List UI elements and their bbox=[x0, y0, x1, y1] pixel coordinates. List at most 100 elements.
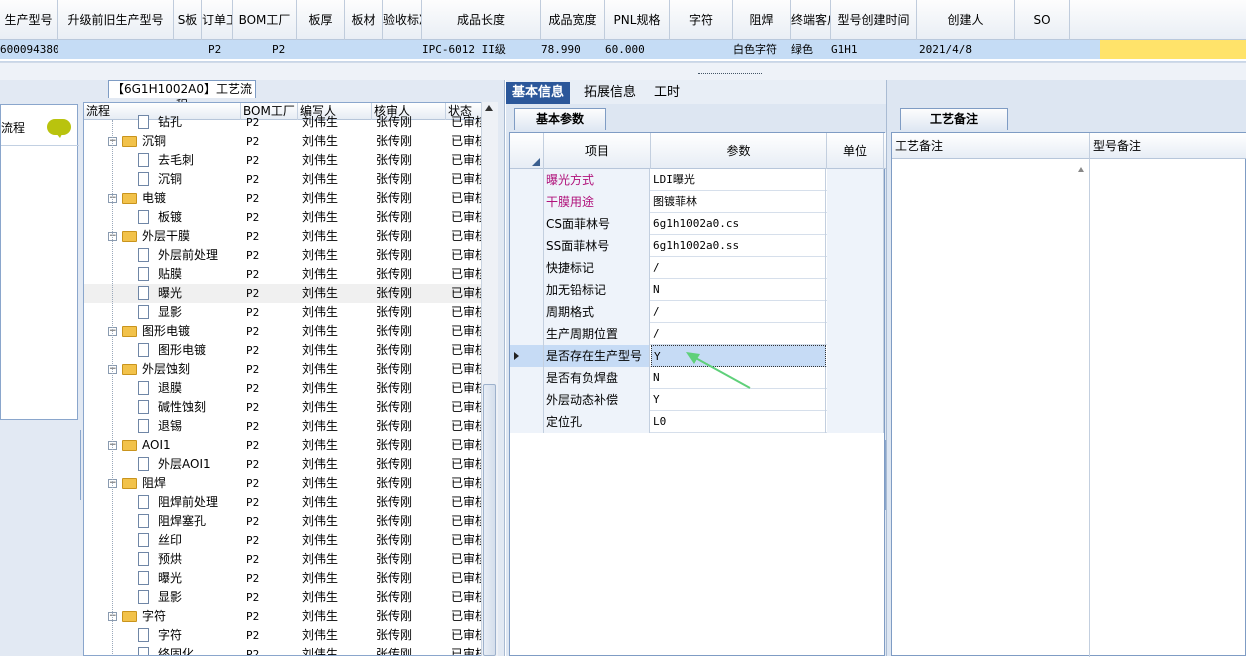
param-unit[interactable] bbox=[827, 235, 884, 257]
param-unit[interactable] bbox=[827, 389, 884, 411]
param-value[interactable]: L0 bbox=[651, 411, 826, 433]
tree-row[interactable]: 退膜P2 刘伟生 张传刚 已审核 bbox=[84, 379, 484, 398]
top-header-12[interactable]: 阻焊 bbox=[733, 0, 791, 40]
tree-row[interactable]: 外层前处理P2 刘伟生 张传刚 已审核 bbox=[84, 246, 484, 265]
tree-row[interactable]: −外层蚀刻P2刘伟生张传刚已审核 bbox=[84, 360, 484, 379]
right-collapse-grip[interactable] bbox=[885, 440, 889, 510]
tree-row[interactable]: 碱性蚀刻P2 刘伟生 张传刚 已审核 bbox=[84, 398, 484, 417]
tree-row[interactable]: −图形电镀P2刘伟生张传刚已审核 bbox=[84, 322, 484, 341]
tree-step-name[interactable]: 贴膜 bbox=[158, 265, 258, 284]
tree-step-name[interactable]: 退锡 bbox=[158, 417, 258, 436]
cell-order-factory[interactable]: P2 bbox=[208, 40, 232, 59]
top-header-1[interactable]: 升级前旧生产型号 bbox=[58, 0, 174, 40]
tree-step-name[interactable]: 阻焊 bbox=[142, 474, 242, 493]
param-unit[interactable] bbox=[827, 323, 884, 345]
top-header-4[interactable]: BOM工厂 bbox=[233, 0, 297, 40]
top-header-2[interactable]: S板 bbox=[174, 0, 202, 40]
top-header-3[interactable]: 订单工厂 bbox=[202, 0, 233, 40]
splitter-grip-icon[interactable] bbox=[698, 73, 762, 79]
tree-row[interactable]: −沉铜P2刘伟生张传刚已审核 bbox=[84, 132, 484, 151]
tree-step-name[interactable]: 阻焊塞孔 bbox=[158, 512, 258, 531]
tree-step-name[interactable]: 外层蚀刻 bbox=[142, 360, 242, 379]
tree-step-name[interactable]: 板镀 bbox=[158, 208, 258, 227]
top-header-7[interactable]: 验收标准 bbox=[383, 0, 422, 40]
tree-row[interactable]: 曝光P2 刘伟生 张传刚 已审核 bbox=[84, 284, 484, 303]
tree-row[interactable]: −字符P2刘伟生张传刚已审核 bbox=[84, 607, 484, 626]
top-header-9[interactable]: 成品宽度 bbox=[541, 0, 605, 40]
tab-work-hours[interactable]: 工时 bbox=[648, 82, 686, 104]
param-value[interactable]: 6g1h1002a0.cs bbox=[651, 213, 826, 235]
param-unit[interactable] bbox=[827, 169, 884, 191]
cell-bom-factory[interactable]: P2 bbox=[272, 40, 296, 59]
param-value[interactable]: 6g1h1002a0.ss bbox=[651, 235, 826, 257]
param-unit[interactable] bbox=[827, 279, 884, 301]
tree-row[interactable]: 终固化P2 刘伟生 张传刚 已审核 bbox=[84, 645, 484, 655]
top-header-13[interactable]: 终端客户代码 bbox=[791, 0, 831, 40]
top-header-15[interactable]: 创建人 bbox=[917, 0, 1015, 40]
param-row[interactable]: 加无铅标记 N bbox=[510, 279, 884, 301]
top-header-8[interactable]: 成品长度 bbox=[422, 0, 541, 40]
tree-step-name[interactable]: 钻孔 bbox=[158, 113, 258, 132]
tree-step-name[interactable]: 预烘 bbox=[158, 550, 258, 569]
param-row[interactable]: 曝光方式 LDI曝光 bbox=[510, 169, 884, 191]
tree-step-name[interactable]: 显影 bbox=[158, 303, 258, 322]
tree-step-name[interactable]: 外层前处理 bbox=[158, 246, 258, 265]
so-cell[interactable] bbox=[1100, 40, 1246, 59]
tree-step-name[interactable]: 碱性蚀刻 bbox=[158, 398, 258, 417]
tree-row[interactable]: 外层AOI1P2 刘伟生 张传刚 已审核 bbox=[84, 455, 484, 474]
header-value[interactable]: 参数 bbox=[651, 133, 827, 169]
tree-row[interactable]: 去毛刺P2 刘伟生 张传刚 已审核 bbox=[84, 151, 484, 170]
top-header-10[interactable]: PNL规格 bbox=[605, 0, 670, 40]
param-unit[interactable] bbox=[827, 191, 884, 213]
notes-scroll-up-icon[interactable] bbox=[1078, 167, 1084, 172]
tree-step-name[interactable]: 去毛刺 bbox=[158, 151, 258, 170]
sidebar-process-label[interactable]: 流程 bbox=[1, 119, 25, 136]
cell-length[interactable]: 78.990 bbox=[541, 40, 591, 59]
tree-step-name[interactable]: 字符 bbox=[158, 626, 258, 645]
tree-step-name[interactable]: 外层AOI1 bbox=[158, 455, 258, 474]
tree-step-name[interactable]: 图形电镀 bbox=[158, 341, 258, 360]
tree-step-name[interactable]: 外层干膜 bbox=[142, 227, 242, 246]
top-header-11[interactable]: 字符 bbox=[670, 0, 733, 40]
tree-step-name[interactable]: 电镀 bbox=[142, 189, 242, 208]
header-unit[interactable]: 单位 bbox=[827, 133, 884, 169]
tree-step-name[interactable]: 字符 bbox=[142, 607, 242, 626]
tree-step-name[interactable]: 曝光 bbox=[158, 284, 258, 303]
header-process-notes[interactable]: 工艺备注 bbox=[892, 133, 1090, 159]
top-header-6[interactable]: 板材 bbox=[345, 0, 383, 40]
param-row[interactable]: 周期格式 / bbox=[510, 301, 884, 323]
tree-step-name[interactable]: 曝光 bbox=[158, 569, 258, 588]
param-unit[interactable] bbox=[827, 213, 884, 235]
tree-row[interactable]: 显影P2 刘伟生 张传刚 已审核 bbox=[84, 303, 484, 322]
tree-row[interactable]: 预烘P2 刘伟生 张传刚 已审核 bbox=[84, 550, 484, 569]
tree-step-name[interactable]: 终固化 bbox=[158, 645, 258, 655]
param-row[interactable]: 干膜用途 图镀菲林 bbox=[510, 191, 884, 213]
tree-step-name[interactable]: 沉铜 bbox=[142, 132, 242, 151]
tree-row[interactable]: −电镀P2刘伟生张传刚已审核 bbox=[84, 189, 484, 208]
tab-extended-info[interactable]: 拓展信息 bbox=[578, 82, 642, 104]
tree-row[interactable]: −AOI1P2刘伟生张传刚已审核 bbox=[84, 436, 484, 455]
tree-row[interactable]: 贴膜P2 刘伟生 张传刚 已审核 bbox=[84, 265, 484, 284]
tree-step-name[interactable]: 丝印 bbox=[158, 531, 258, 550]
tree-step-name[interactable]: 沉铜 bbox=[158, 170, 258, 189]
tree-row[interactable]: 阻焊塞孔P2 刘伟生 张传刚 已审核 bbox=[84, 512, 484, 531]
tree-row[interactable]: 字符P2 刘伟生 张传刚 已审核 bbox=[84, 626, 484, 645]
horizontal-splitter[interactable] bbox=[0, 62, 1246, 80]
model-grid-selected-row[interactable]: 600094380 P2 P2 IPC-6012 II级 78.990 60.0… bbox=[0, 40, 1246, 59]
tree-row[interactable]: 板镀P2 刘伟生 张传刚 已审核 bbox=[84, 208, 484, 227]
top-header-5[interactable]: 板厚 bbox=[297, 0, 345, 40]
tree-step-name[interactable]: 图形电镀 bbox=[142, 322, 242, 341]
top-header-14[interactable]: 型号创建时间 bbox=[831, 0, 917, 40]
param-value[interactable]: / bbox=[651, 257, 826, 279]
tree-row[interactable]: 丝印P2 刘伟生 张传刚 已审核 bbox=[84, 531, 484, 550]
cell-product-no[interactable]: 600094380 bbox=[0, 40, 58, 59]
tree-step-name[interactable]: 阻焊前处理 bbox=[158, 493, 258, 512]
param-row[interactable]: CS面菲林号 6g1h1002a0.cs bbox=[510, 213, 884, 235]
tree-scroll-thumb[interactable] bbox=[483, 384, 496, 656]
param-value[interactable]: LDI曝光 bbox=[651, 169, 826, 191]
cell-width[interactable]: 60.000 bbox=[605, 40, 655, 59]
param-row[interactable]: 定位孔 L0 bbox=[510, 411, 884, 433]
param-row[interactable]: SS面菲林号 6g1h1002a0.ss bbox=[510, 235, 884, 257]
top-header-16[interactable]: SO bbox=[1015, 0, 1070, 40]
tree-row[interactable]: 钻孔P2 刘伟生 张传刚 已审核 bbox=[84, 113, 484, 132]
